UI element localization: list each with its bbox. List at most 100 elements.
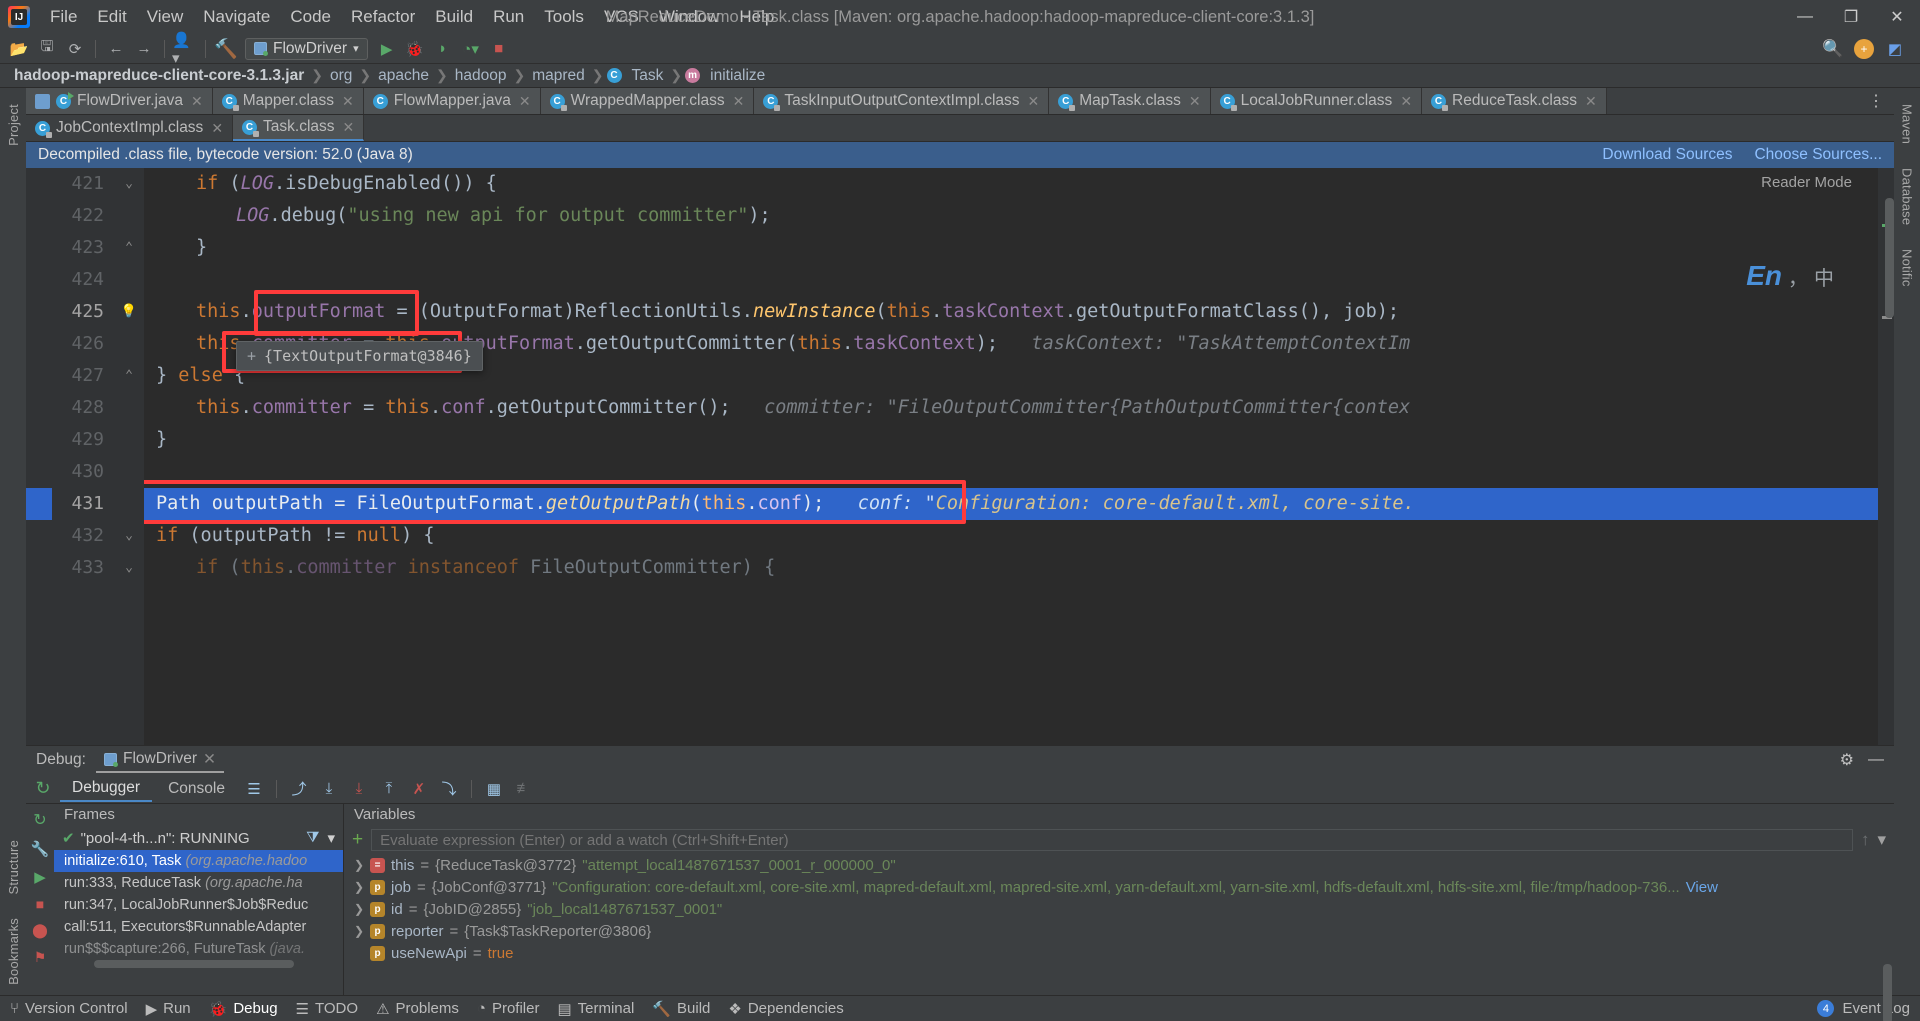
resume-icon[interactable]: ▶ <box>34 868 46 886</box>
menu-item-run[interactable]: Run <box>483 3 534 31</box>
expand-arrow-icon[interactable]: ❯ <box>354 858 364 872</box>
maximize-button[interactable]: ❐ <box>1828 0 1874 34</box>
minimize-panel-icon[interactable]: — <box>1868 751 1884 769</box>
expand-arrow-icon[interactable]: ❯ <box>354 924 364 938</box>
fold-marker[interactable]: ⌃ <box>114 232 144 264</box>
code-line-433[interactable]: if (this.committer instanceof FileOutput… <box>144 552 1878 584</box>
code-line-424[interactable] <box>144 264 1878 296</box>
account-avatar[interactable]: + <box>1854 38 1874 59</box>
editor-marker-bar[interactable] <box>1878 168 1894 745</box>
close-tab-icon[interactable]: ✕ <box>1400 93 1412 110</box>
close-tab-icon[interactable]: ✕ <box>191 93 203 110</box>
tool-window-dependencies[interactable]: ❖ Dependencies <box>728 1000 843 1018</box>
code-content[interactable]: if (LOG.isDebugEnabled()) { LOG.debug("u… <box>144 168 1878 745</box>
code-line-431[interactable]: Path outputPath = FileOutputFormat.getOu… <box>144 488 1878 520</box>
expand-icon[interactable]: + <box>247 347 256 365</box>
menu-item-view[interactable]: View <box>137 3 194 31</box>
ide-icon[interactable]: ◩ <box>1882 37 1908 61</box>
profiler-icon[interactable]: ◔▾ <box>458 37 484 61</box>
sync-icon[interactable]: ⟳ <box>62 37 88 61</box>
run-icon[interactable]: ▶ <box>374 37 400 61</box>
code-line-432[interactable]: if (outputPath != null) { <box>144 520 1878 552</box>
tab-taskinputoutputcontextimpl-class[interactable]: C TaskInputOutputContextImpl.class ✕ <box>754 88 1050 114</box>
force-step-into-icon[interactable]: ⤓ <box>346 777 372 801</box>
open-icon[interactable]: 📂 <box>6 37 32 61</box>
close-tab-icon[interactable]: ✕ <box>733 93 745 110</box>
drop-frame-icon[interactable]: ✗ <box>406 777 432 801</box>
close-tab-icon[interactable]: ✕ <box>343 119 355 136</box>
code-line-430[interactable] <box>144 456 1878 488</box>
close-tab-icon[interactable]: ✕ <box>519 93 531 110</box>
editor-vertical-scrollbar[interactable] <box>1885 198 1894 318</box>
view-breakpoints-icon[interactable]: ⚑ <box>34 949 47 966</box>
step-over-icon[interactable]: ⤴ <box>286 777 312 801</box>
code-line-422[interactable]: LOG.debug("using new api for output comm… <box>144 200 1878 232</box>
download-sources-link[interactable]: Download Sources <box>1602 146 1732 164</box>
close-tab-icon[interactable]: ✕ <box>1189 93 1201 110</box>
tab-flowdriver-java[interactable]: C FlowDriver.java ✕ <box>26 88 213 114</box>
menu-item-code[interactable]: Code <box>280 3 341 31</box>
back-icon[interactable]: ← <box>103 37 129 61</box>
reader-mode-label[interactable]: Reader Mode <box>1761 174 1852 191</box>
stop-icon[interactable]: ■ <box>36 896 44 912</box>
run-to-cursor-icon[interactable]: ⤵ <box>436 777 462 801</box>
tool-window-version-control[interactable]: ⑂ Version Control <box>10 1000 128 1017</box>
thread-selector[interactable]: ✔ "pool-4-th...n": RUNNING ⧩ ▾ <box>54 826 343 850</box>
minimize-button[interactable]: — <box>1782 0 1828 34</box>
annotation-gutter[interactable] <box>26 168 52 745</box>
close-session-icon[interactable]: ✕ <box>203 750 216 769</box>
step-out-icon[interactable]: ⤒ <box>376 777 402 801</box>
evaluate-expression-icon[interactable]: ▦ <box>481 777 507 801</box>
tab-task-class[interactable]: C Task.class ✕ <box>233 115 365 141</box>
menu-item-help[interactable]: Help <box>729 3 784 31</box>
tool-window-structure[interactable]: Structure <box>6 830 21 905</box>
tool-window-build[interactable]: 🔨 Build <box>652 1000 710 1018</box>
breadcrumb-jar[interactable]: hadoop-mapreduce-client-core-3.1.3.jar <box>10 67 308 85</box>
menu-item-navigate[interactable]: Navigate <box>193 3 280 31</box>
menu-item-build[interactable]: Build <box>425 3 483 31</box>
gear-icon[interactable]: ⚙ <box>1840 750 1854 770</box>
search-icon[interactable]: 🔍 <box>1820 37 1846 61</box>
run-coverage-icon[interactable]: ◗ <box>430 37 456 61</box>
stop-icon[interactable]: ■ <box>486 37 512 61</box>
breadcrumb-class[interactable]: Task <box>628 67 668 85</box>
chevron-down-icon[interactable]: ▾ <box>1877 830 1886 850</box>
fold-marker[interactable]: ⌃ <box>114 360 144 392</box>
chevron-down-icon[interactable]: ▾ <box>327 829 335 847</box>
tool-window-profiler[interactable]: ◔ Profiler <box>477 1000 540 1017</box>
tab-debugger[interactable]: Debugger <box>60 776 153 802</box>
user-icon[interactable]: 👤▾ <box>172 32 198 67</box>
step-into-icon[interactable]: ⤓ <box>316 777 342 801</box>
tab-localjobrunner-class[interactable]: C LocalJobRunner.class ✕ <box>1210 88 1423 114</box>
tab-overflow-icon[interactable]: ⋮ <box>1858 88 1894 114</box>
forward-icon[interactable]: → <box>131 37 157 61</box>
expand-arrow-icon[interactable]: ❯ <box>354 880 364 894</box>
close-tab-icon[interactable]: ✕ <box>1028 93 1040 110</box>
breadcrumb-method[interactable]: initialize <box>706 67 769 85</box>
menu-item-edit[interactable]: Edit <box>87 3 136 31</box>
close-tab-icon[interactable]: ✕ <box>342 93 354 110</box>
variables-vertical-scrollbar[interactable] <box>1883 964 1892 1021</box>
tab-reducetask-class[interactable]: C ReduceTask.class ✕ <box>1422 88 1607 114</box>
debug-session-tab[interactable]: FlowDriver ✕ <box>95 748 225 773</box>
variable-row-this[interactable]: ❯ = this = {ReduceTask@3772} "attempt_lo… <box>344 854 1894 876</box>
code-line-423[interactable]: } <box>144 232 1878 264</box>
filter-icon[interactable]: ⧩ <box>306 829 319 847</box>
close-button[interactable]: ✕ <box>1874 0 1920 34</box>
mute-breakpoints-icon[interactable]: ⬤ <box>32 922 48 939</box>
inspection-bulb-icon[interactable]: 💡 <box>114 296 144 328</box>
tool-window-maven[interactable]: Maven <box>1900 94 1915 154</box>
tool-window-notifications[interactable]: Notific <box>1900 239 1915 297</box>
fold-marker[interactable]: ⌄ <box>114 520 144 552</box>
tab-mapper-class[interactable]: C Mapper.class ✕ <box>212 88 364 114</box>
window-controls[interactable]: — ❐ ✕ <box>1782 0 1920 34</box>
event-log-label[interactable]: Event Log <box>1842 1000 1910 1017</box>
breadcrumb-mapred[interactable]: mapred <box>528 67 589 85</box>
evaluate-expression-input[interactable] <box>371 829 1853 851</box>
code-editor[interactable]: 421 422 423 424 425 426 427 428 429 430 … <box>26 168 1894 745</box>
frame-item[interactable]: run$$$capture:266, FutureTask (java. <box>54 938 343 960</box>
save-icon[interactable]: 🖫 <box>34 37 60 61</box>
fold-marker[interactable]: ⌄ <box>114 552 144 584</box>
watch-prev-icon[interactable]: ↑ <box>1861 830 1870 850</box>
tool-window-problems[interactable]: ⚠ Problems <box>376 1000 459 1018</box>
